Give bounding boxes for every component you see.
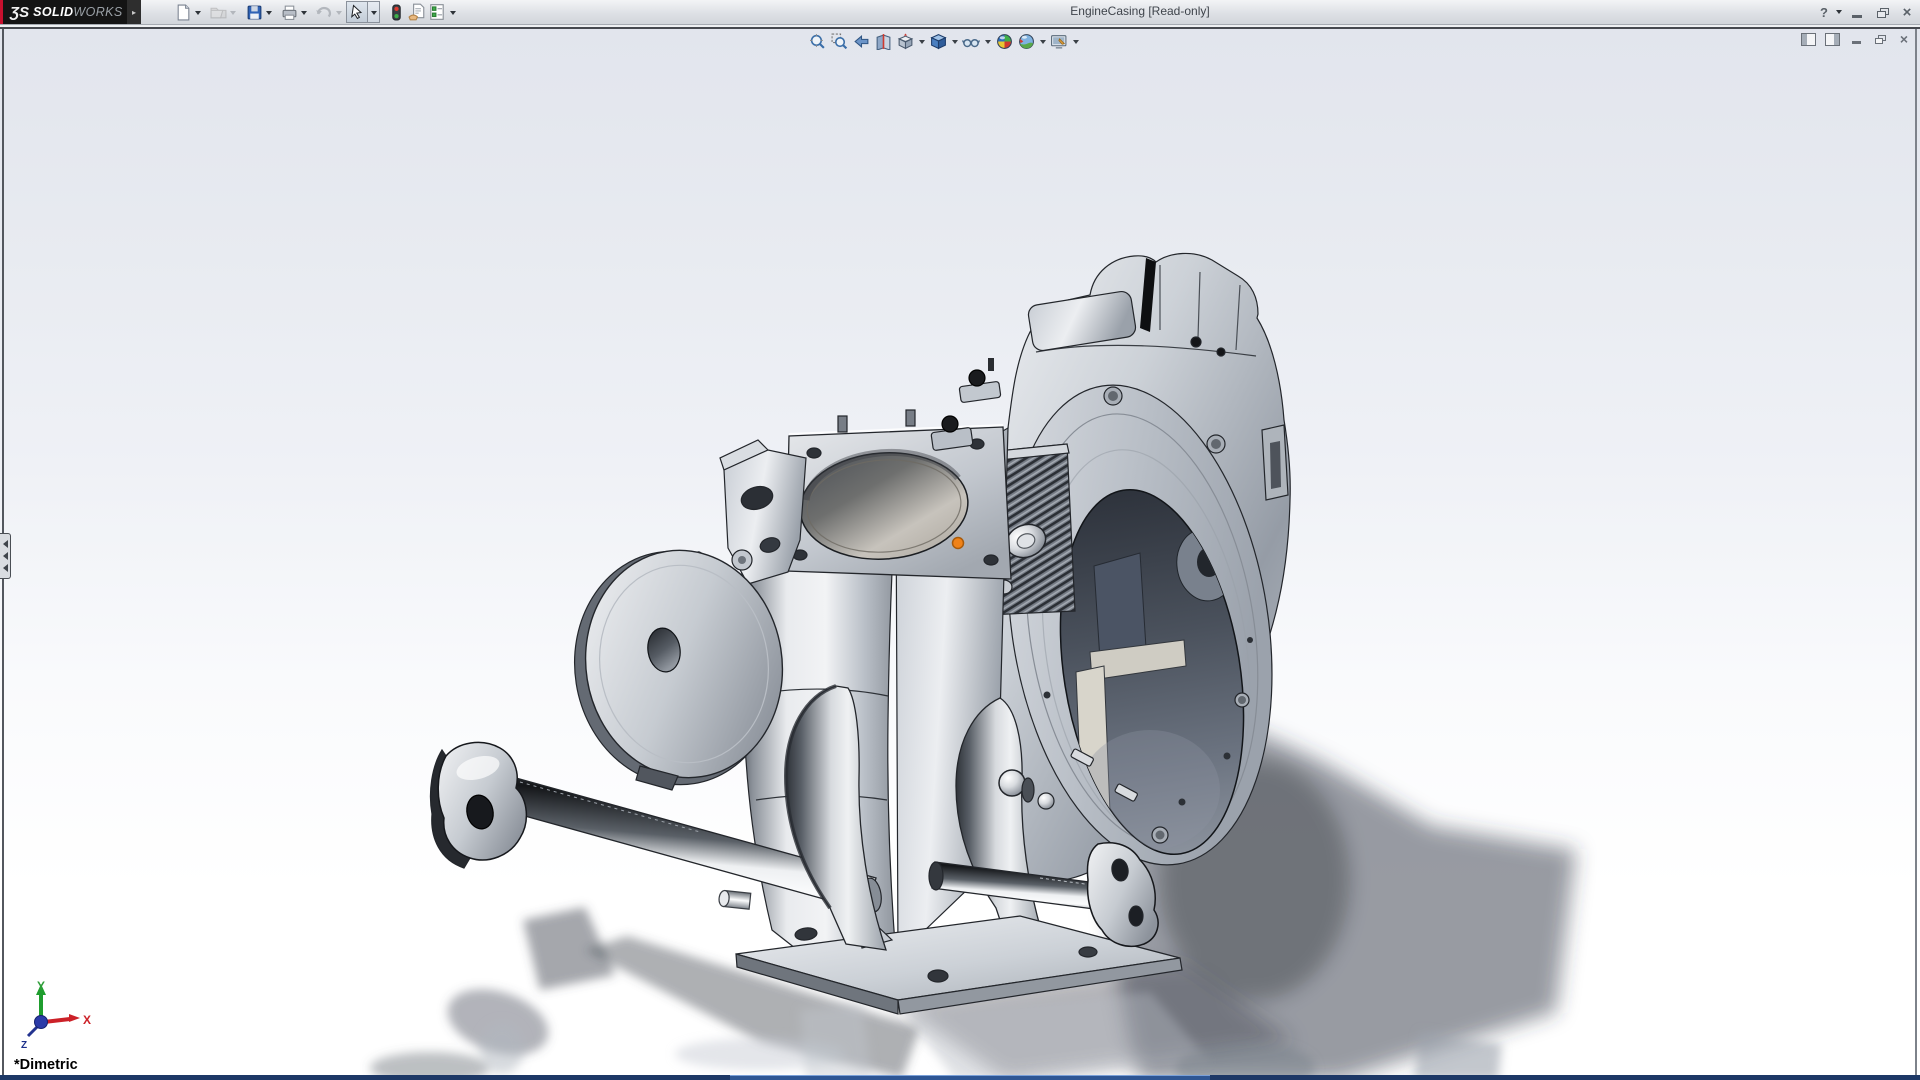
y-axis-label: Y [37,979,45,993]
z-axis-label: Z [21,1040,27,1051]
view-orientation-cube-icon [897,33,914,50]
zoom-to-fit-button[interactable] [806,31,828,51]
carburetor-flange[interactable] [786,410,1011,579]
feature-manager-collapse-tab[interactable] [0,533,11,579]
zoom-to-area-icon [831,33,848,50]
heads-up-toolbar [806,31,1081,51]
zoom-to-fit-icon [809,33,826,50]
doc-minimize-icon [1852,41,1861,44]
triad-origin [35,1016,48,1029]
display-style-button[interactable] [927,31,949,51]
zoom-to-area-button[interactable] [828,31,850,51]
doc-restore-button[interactable] [1870,31,1890,47]
x-axis-label: X [83,1013,91,1027]
apply-scene-button[interactable] [1015,31,1037,51]
section-view-icon [875,33,892,50]
view-settings-dropdown[interactable] [1070,31,1081,51]
eyeglasses-icon [962,33,980,50]
view-orientation-label: *Dimetric [14,1057,78,1073]
hide-show-items-button[interactable] [960,31,982,51]
view-orientation-button[interactable] [894,31,916,51]
display-style-dropdown[interactable] [949,31,960,51]
pane-left-button[interactable] [1798,31,1818,47]
solidworks-window: ƷS SOLID WORKS ▸ [0,0,1920,1080]
model-canvas [0,0,1920,1080]
acorn-nut [999,770,1025,796]
collapse-arrow-icon [0,552,8,560]
orientation-triad: Y X Z [8,978,108,1060]
edit-appearance-button[interactable] [993,31,1015,51]
collapse-arrow-icon [0,564,8,572]
view-settings-button[interactable] [1048,31,1070,51]
orange-mate-indicator[interactable] [953,538,964,549]
view-orientation-dropdown[interactable] [916,31,927,51]
previous-view-button[interactable] [850,31,872,51]
view-settings-icon [1050,33,1068,50]
collapse-arrow-icon [0,540,8,548]
hide-show-items-dropdown[interactable] [982,31,993,51]
pane-right-icon [1825,33,1840,46]
x-axis-arrow [69,1014,80,1022]
section-view-button[interactable] [872,31,894,51]
doc-close-button[interactable]: × [1894,31,1914,47]
doc-minimize-button[interactable] [1846,31,1866,47]
pane-right-button[interactable] [1822,31,1842,47]
apply-scene-dropdown[interactable] [1037,31,1048,51]
appearance-sphere-icon [996,33,1013,50]
previous-view-icon [853,33,870,50]
scene-sphere-icon [1018,33,1035,50]
doc-restore-icon [1875,35,1886,44]
pane-left-icon [1801,33,1816,46]
taskbar-edge-segment [730,1075,1210,1080]
display-style-cube-icon [930,33,947,50]
